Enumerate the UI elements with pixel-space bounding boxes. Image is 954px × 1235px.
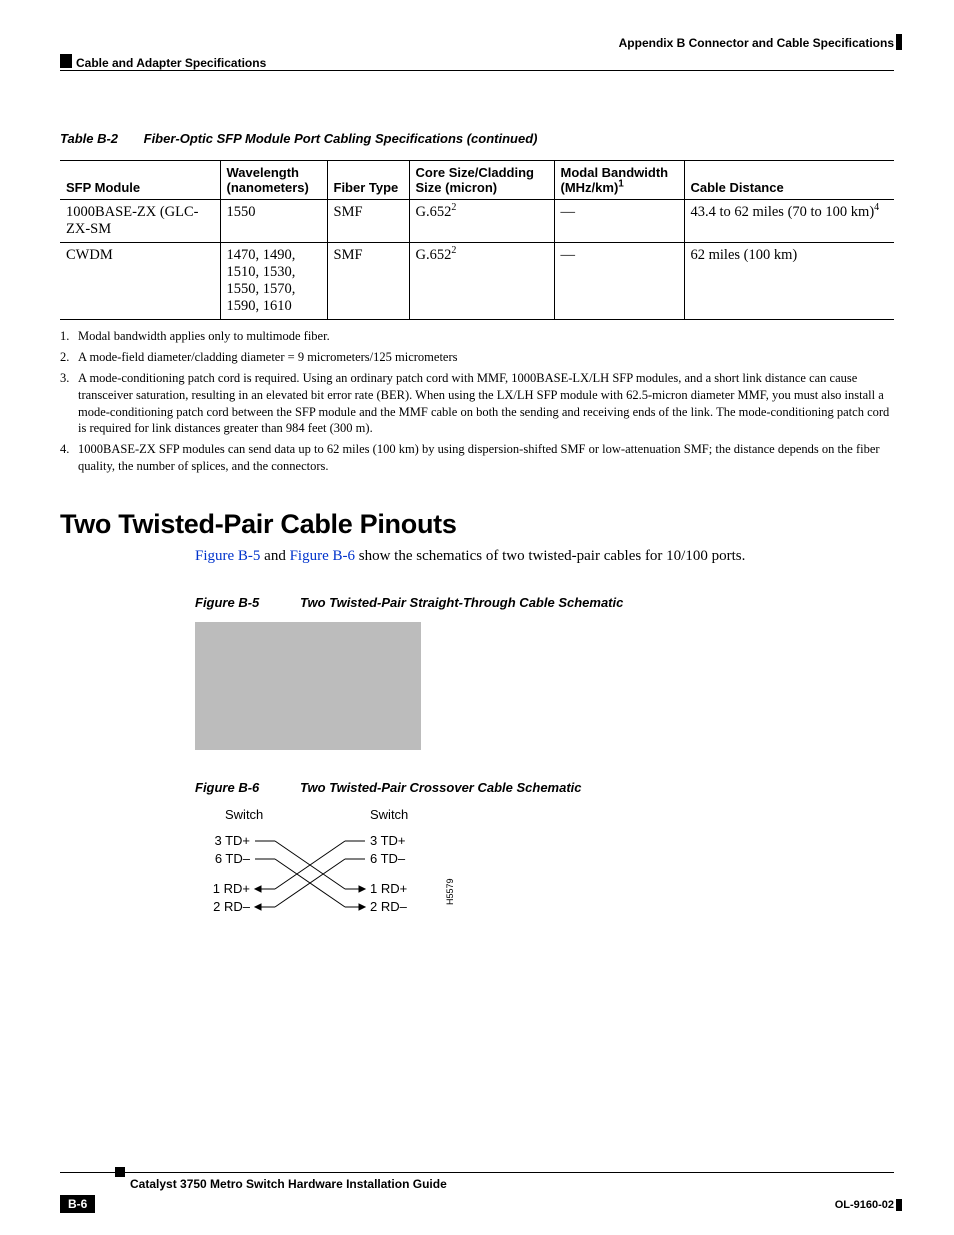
footer-bar	[115, 1167, 125, 1177]
figure-id: H5579	[445, 878, 455, 905]
cell: 1550	[220, 200, 327, 243]
table-head: SFP Module Wavelength (nanometers) Fiber…	[60, 161, 894, 200]
section-heading: Two Twisted-Pair Cable Pinouts	[60, 509, 894, 540]
table-caption-num: Table B-2	[60, 131, 140, 146]
footnote: 3.A mode-conditioning patch cord is requ…	[60, 370, 894, 438]
col-sfp: SFP Module	[60, 161, 220, 200]
figure-b6-link[interactable]: Figure B-6	[290, 548, 355, 564]
footnote: 4.1000BASE-ZX SFP modules can send data …	[60, 441, 894, 475]
cell: —	[554, 200, 684, 243]
pin-label: 3 TD+	[214, 833, 250, 848]
figure-b6-image: Switch Switch 3 TD+ 6 TD– 1 RD+ 2 RD– 3 …	[195, 805, 894, 940]
pin-label: 2 RD–	[213, 899, 251, 914]
col-core-size: Core Size/Cladding Size (micron)	[409, 161, 554, 200]
header-appendix: Appendix B Connector and Cable Specifica…	[619, 36, 894, 50]
pin-label: 6 TD–	[215, 851, 251, 866]
cell: G.6522	[409, 243, 554, 320]
table-caption-title: Fiber-Optic SFP Module Port Cabling Spec…	[144, 131, 538, 146]
fig6-right-header: Switch	[370, 807, 408, 822]
pin-label: 3 TD+	[370, 833, 406, 848]
doc-id: OL-9160-02	[835, 1199, 894, 1211]
cell: —	[554, 243, 684, 320]
cell: 43.4 to 62 miles (70 to 100 km)4	[684, 200, 894, 243]
doc-id-bar	[896, 1199, 902, 1211]
page-number: B-6	[60, 1195, 95, 1213]
footnote: 2.A mode-field diameter/cladding diamete…	[60, 349, 894, 366]
pin-label: 2 RD–	[370, 899, 408, 914]
cell: 1470, 1490, 1510, 1530, 1550, 1570, 1590…	[220, 243, 327, 320]
header-section: Cable and Adapter Specifications	[76, 56, 266, 70]
cell: CWDM	[60, 243, 220, 320]
cell: 1000BASE-ZX (GLC-ZX-SM	[60, 200, 220, 243]
pin-label: 1 RD+	[213, 881, 250, 896]
col-modal-bw: Modal Bandwidth (MHz/km)1	[554, 161, 684, 200]
page: Appendix B Connector and Cable Specifica…	[0, 0, 954, 1235]
spec-table: SFP Module Wavelength (nanometers) Fiber…	[60, 160, 894, 320]
figure-b5-image	[195, 622, 421, 750]
table-row: CWDM 1470, 1490, 1510, 1530, 1550, 1570,…	[60, 243, 894, 320]
footnotes: 1.Modal bandwidth applies only to multim…	[60, 328, 894, 475]
footer-rule	[60, 1172, 894, 1173]
cell: SMF	[327, 200, 409, 243]
footnote: 1.Modal bandwidth applies only to multim…	[60, 328, 894, 345]
table-row: 1000BASE-ZX (GLC-ZX-SM 1550 SMF G.6522 —…	[60, 200, 894, 243]
pin-label: 1 RD+	[370, 881, 407, 896]
col-cable-dist: Cable Distance	[684, 161, 894, 200]
figure-b6-caption: Figure B-6Two Twisted-Pair Crossover Cab…	[195, 780, 894, 795]
body-paragraph: Figure B-5 and Figure B-6 show the schem…	[195, 548, 894, 565]
col-wavelength: Wavelength (nanometers)	[220, 161, 327, 200]
fig6-left-header: Switch	[225, 807, 263, 822]
cell: SMF	[327, 243, 409, 320]
col-fiber-type: Fiber Type	[327, 161, 409, 200]
header-bar-left	[60, 54, 72, 68]
pin-label: 6 TD–	[370, 851, 406, 866]
table-caption: Table B-2 Fiber-Optic SFP Module Port Ca…	[60, 131, 894, 146]
figure-b5-caption: Figure B-5Two Twisted-Pair Straight-Thro…	[195, 595, 894, 610]
figure-b5-link[interactable]: Figure B-5	[195, 548, 260, 564]
footer-title: Catalyst 3750 Metro Switch Hardware Inst…	[130, 1177, 447, 1191]
cell: 62 miles (100 km)	[684, 243, 894, 320]
header-rule	[60, 70, 894, 71]
header-bar-right	[896, 34, 902, 50]
cell: G.6522	[409, 200, 554, 243]
